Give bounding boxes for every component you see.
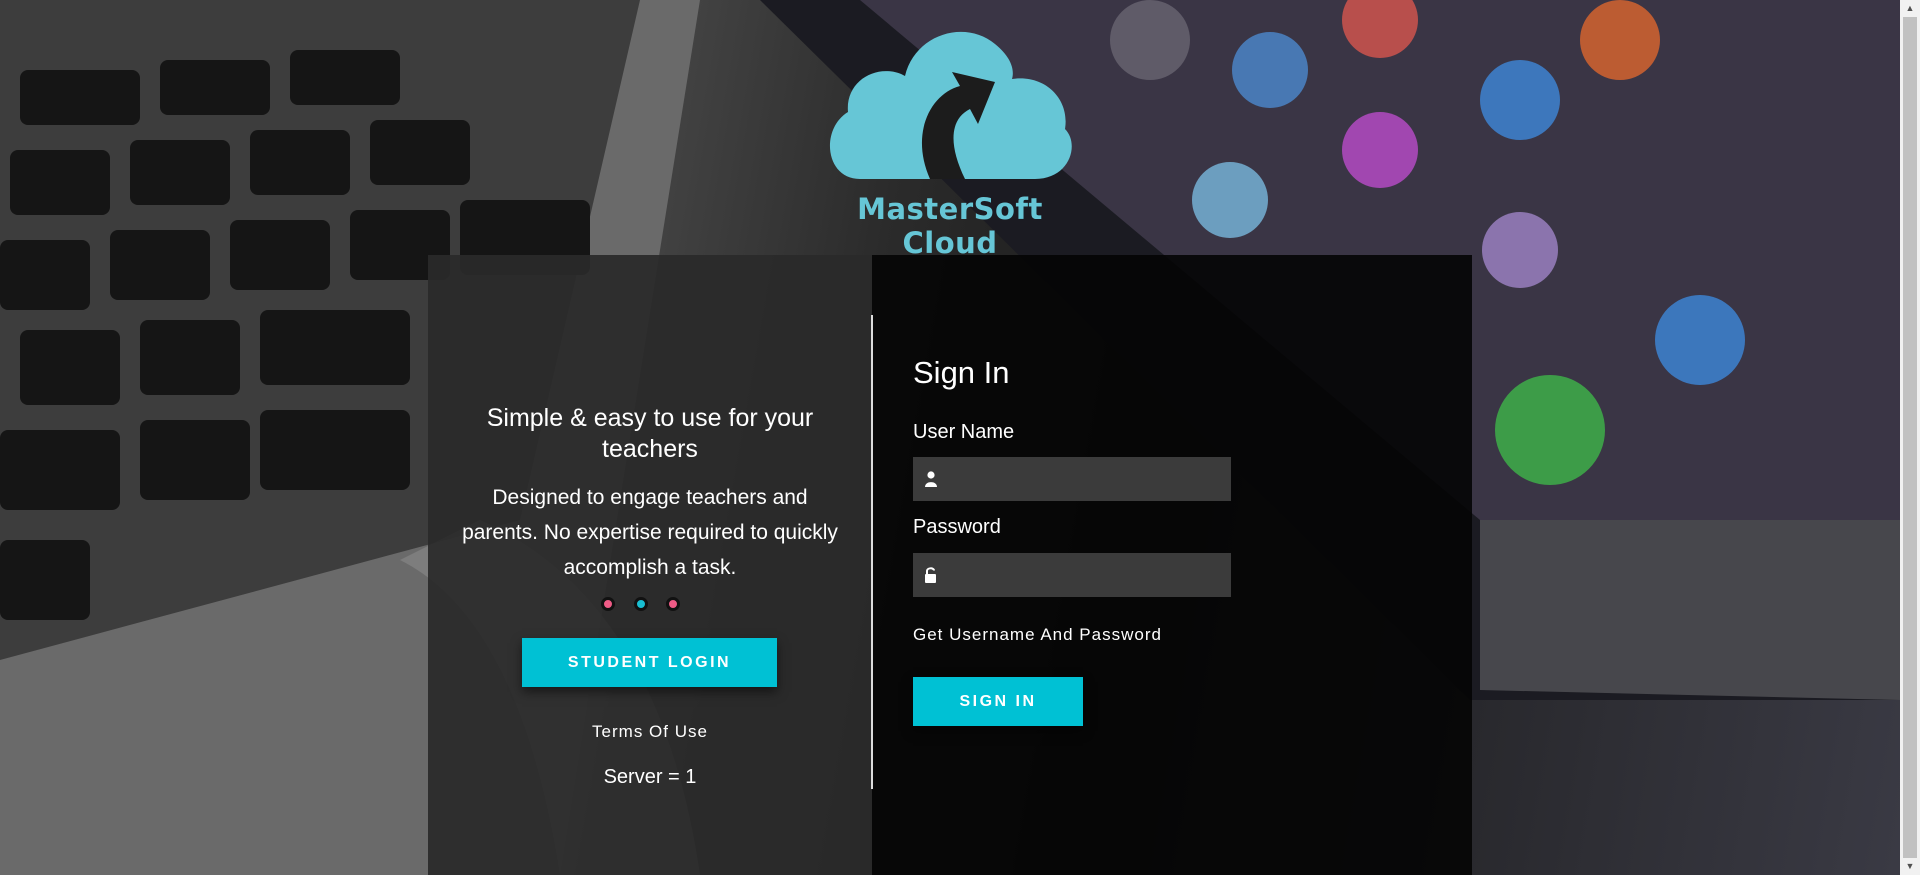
username-label: User Name [913,421,1015,443]
promo-description: Designed to engage teachers and parents.… [462,486,838,579]
carousel-dot-2[interactable] [634,597,648,611]
signin-title: Sign In [913,355,1010,390]
user-icon [925,471,937,487]
scroll-down-arrow-icon[interactable]: ▼ [1900,858,1920,875]
lock-icon [925,567,936,583]
scrollbar-thumb[interactable] [1903,17,1917,858]
page-scrollbar[interactable]: ▲ ▼ [1900,0,1920,875]
carousel-dot-1[interactable] [601,597,615,611]
terms-of-use-link[interactable]: Terms Of Use [458,722,842,742]
get-username-password-link[interactable]: Get Username And Password [913,625,1162,645]
login-panel: Simple & easy to use for your teachers D… [428,255,1472,875]
brand-logo: MasterSoft Cloud [820,14,1080,260]
password-label: Password [913,516,1001,538]
carousel-dot-3[interactable] [666,597,680,611]
promo-headline: Simple & easy to use for your teachers [486,404,814,463]
username-field[interactable] [913,457,1231,501]
brand-name: MasterSoft Cloud [857,192,1043,260]
scroll-up-arrow-icon[interactable]: ▲ [1900,0,1920,17]
username-input[interactable] [949,457,1225,501]
server-indicator: Server = 1 [603,766,697,788]
promo-section: Simple & easy to use for your teachers D… [428,255,872,875]
sign-in-button[interactable]: SIGN IN [913,677,1083,726]
student-login-button[interactable]: STUDENT LOGIN [522,638,777,687]
panel-divider [871,315,873,789]
password-field[interactable] [913,553,1231,597]
cloud-logo-icon [829,31,1072,179]
password-input[interactable] [949,553,1225,597]
carousel-indicators [601,597,701,611]
